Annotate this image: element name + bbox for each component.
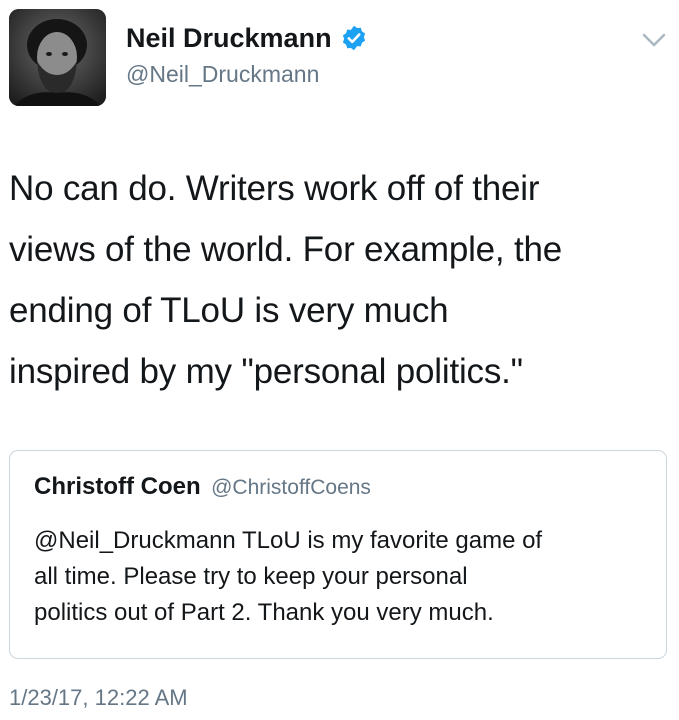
- tweet-timestamp[interactable]: 1/23/17, 12:22 AM: [9, 685, 188, 711]
- tweet-text-line: ending of TLoU is very much: [9, 291, 449, 330]
- tweet-text-line: inspired by my "personal politics.": [9, 352, 523, 391]
- quoted-tweet-line: politics out of Part 2. Thank you very m…: [34, 599, 494, 626]
- quoted-author-handle: @ChristoffCoens: [211, 476, 371, 499]
- tweet-text-line: views of the world. For example, the: [9, 230, 563, 269]
- quoted-tweet-header: Christoff Coen @ChristoffCoens: [34, 473, 371, 504]
- quoted-author-name: Christoff Coen: [34, 473, 201, 500]
- chevron-down-icon[interactable]: [640, 30, 668, 50]
- tweet-text-line: No can do. Writers work off of their: [9, 169, 540, 208]
- tweet-text: No can do. Writers work off of their vie…: [9, 158, 674, 402]
- quoted-tweet-line: @Neil_Druckmann TLoU is my favorite game…: [34, 527, 543, 554]
- author-display-name[interactable]: Neil Druckmann: [126, 22, 332, 54]
- quoted-tweet[interactable]: Christoff Coen @ChristoffCoens @Neil_Dru…: [9, 450, 667, 659]
- author-name-row[interactable]: Neil Druckmann: [126, 22, 368, 54]
- author-handle[interactable]: @Neil_Druckmann: [126, 60, 319, 88]
- quoted-tweet-text: @Neil_Druckmann TLoU is my favorite game…: [34, 523, 654, 631]
- quoted-tweet-line: all time. Please try to keep your person…: [34, 563, 468, 590]
- verified-badge-icon: [342, 25, 365, 51]
- tweet-card: Neil Druckmann @Neil_Druckmann No can do…: [0, 0, 679, 720]
- profile-photo-icon: [9, 9, 106, 106]
- avatar[interactable]: [9, 9, 106, 106]
